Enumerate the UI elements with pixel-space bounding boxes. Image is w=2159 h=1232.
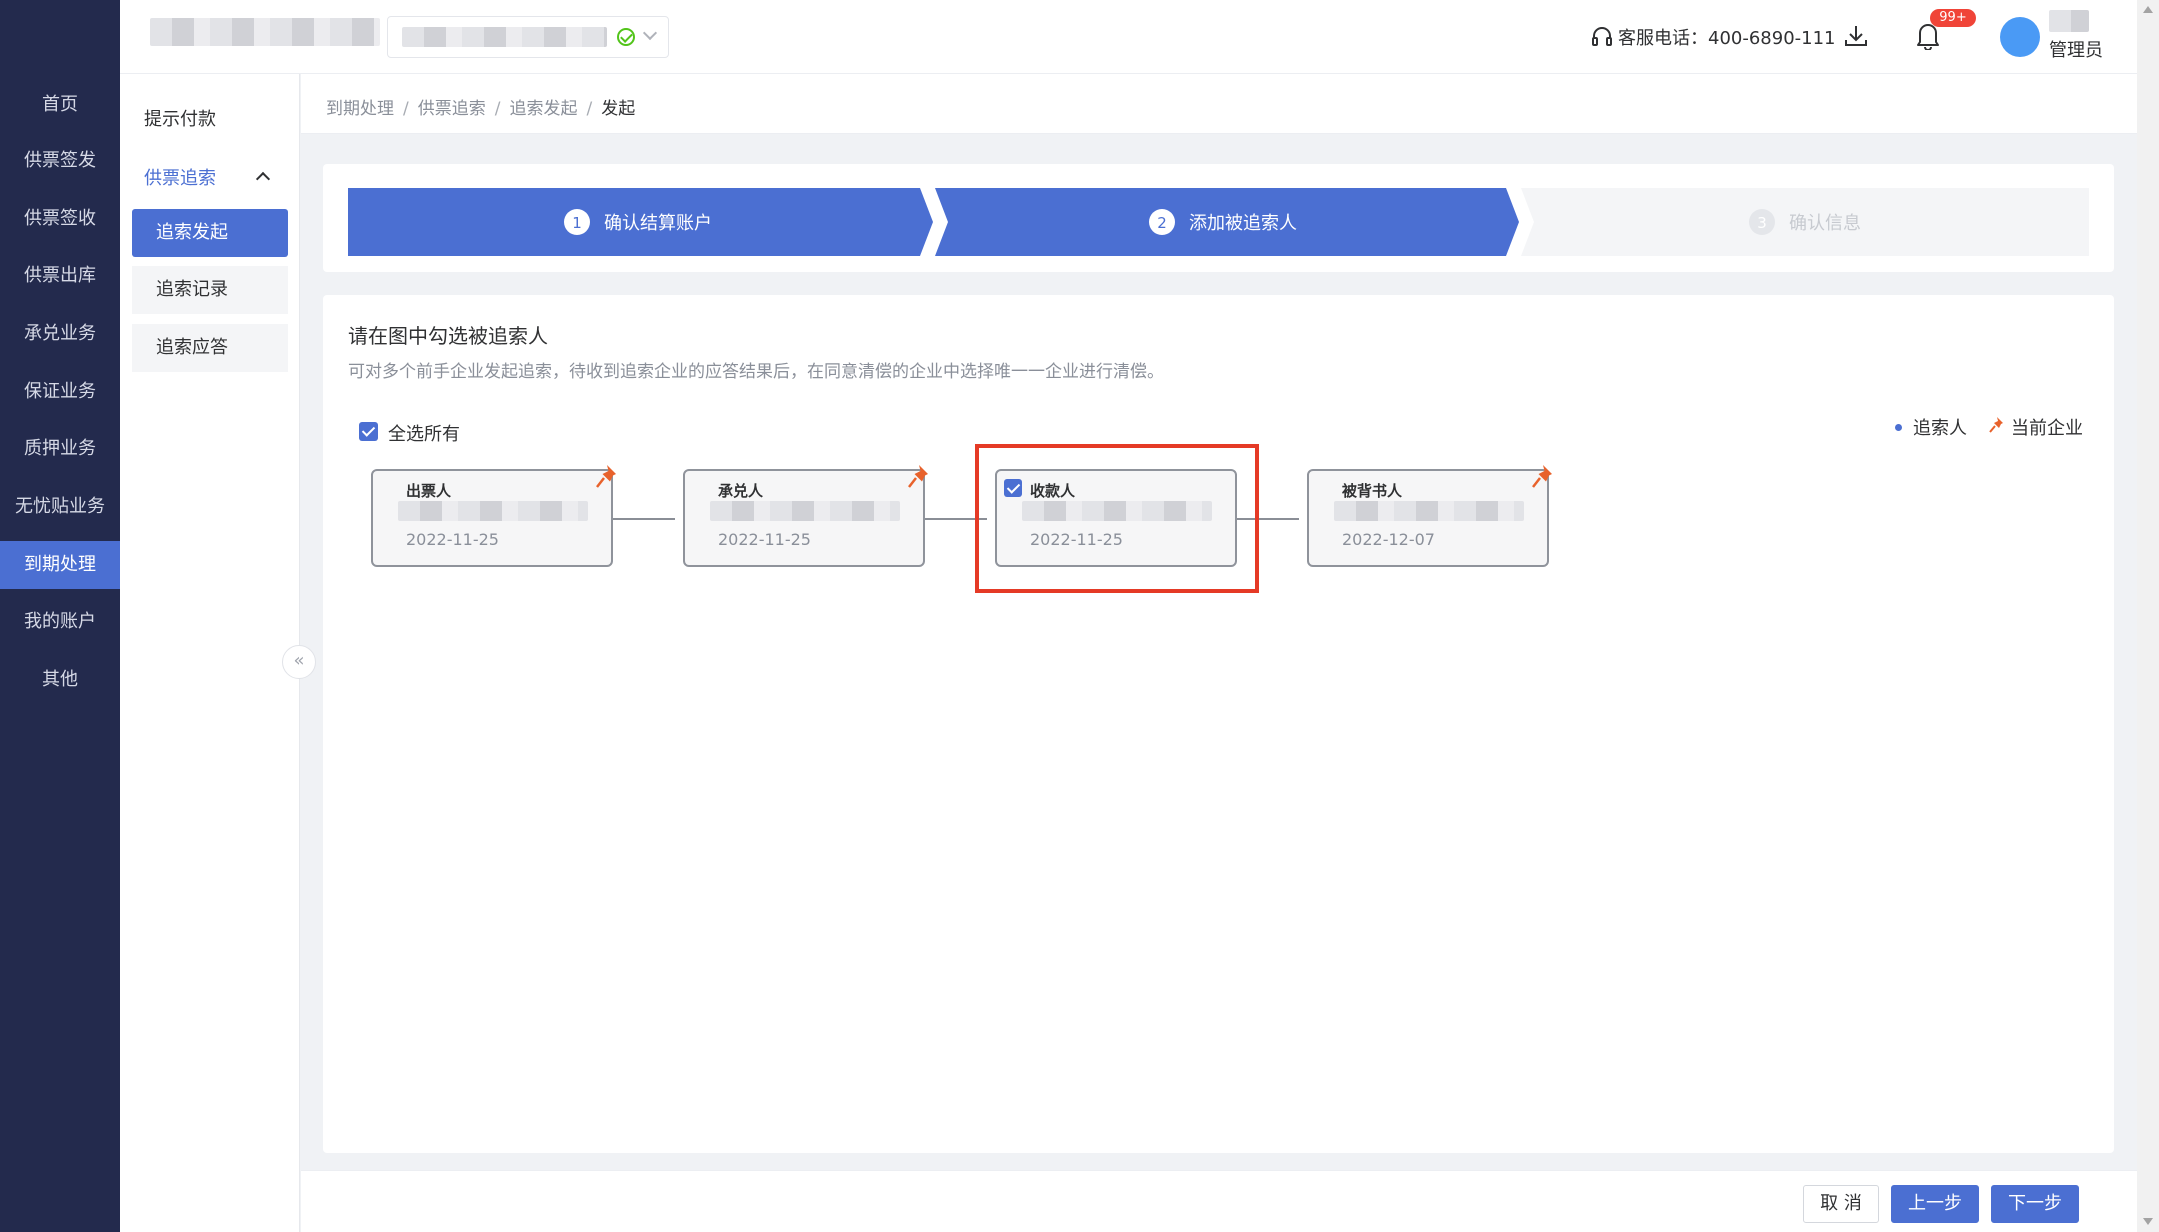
pin-icon (596, 465, 616, 488)
previous-step-button[interactable]: 上一步 (1891, 1185, 1979, 1223)
step-3: 3 确认信息 (1521, 188, 2089, 256)
node-date: 2022-11-25 (718, 530, 811, 549)
selection-highlight-box (975, 444, 1259, 593)
breadcrumb-bar: 到期处理 / 供票追索 / 追索发起 / 发起 (301, 74, 2137, 134)
sidebar-item-guarantee[interactable]: 保证业务 (0, 368, 120, 416)
chevron-down-icon (642, 25, 658, 41)
avatar[interactable] (2000, 17, 2040, 57)
top-header: 客服电话：400-6890-111 99+ 管理员 (120, 0, 2137, 74)
sidebar-item-outbound[interactable]: 供票出库 (0, 252, 120, 300)
user-role: 管理员 (2049, 40, 2103, 61)
breadcrumb-item-maturity[interactable]: 到期处理 (326, 99, 394, 119)
chain-node-acceptor[interactable]: 承兑人 2022-11-25 (683, 465, 928, 567)
breadcrumb-item-recourse[interactable]: 供票追索 (418, 99, 486, 119)
chain-node-drawer[interactable]: 出票人 2022-11-25 (371, 465, 616, 567)
vertical-scrollbar[interactable] (2137, 0, 2159, 1232)
step-3-number: 3 (1757, 214, 1767, 232)
hotline-text: 客服电话：400-6890-111 (1618, 28, 1836, 49)
breadcrumb-current: 发起 (601, 99, 636, 119)
panel-description: 可对多个前手企业发起追索，待收到追索企业的应答结果后，在同意清偿的企业中选择唯一… (348, 362, 1164, 382)
node-company-redacted (398, 501, 588, 521)
breadcrumb-item-initiate[interactable]: 追索发起 (509, 99, 577, 119)
collapse-sidebar-button[interactable]: « (282, 645, 316, 679)
headset-icon (1592, 27, 1612, 46)
notification-badge: 99+ (1930, 9, 1976, 27)
steps-card: 1 确认结算账户 2 添加被追索人 3 确认信息 (323, 164, 2114, 272)
verified-check-icon (617, 28, 635, 46)
sidebar-item-receive[interactable]: 供票签收 (0, 195, 120, 243)
sidebar-item-discount[interactable]: 无忧贴业务 (0, 483, 120, 531)
subnav-item-payment-prompt[interactable]: 提示付款 (144, 105, 216, 131)
node-role: 被背书人 (1342, 482, 1403, 500)
node-company-redacted (710, 501, 900, 521)
company-logo-redacted (150, 18, 380, 46)
pin-icon (1532, 465, 1552, 488)
scroll-up-arrow-icon[interactable] (2143, 6, 2153, 13)
subnav-group-recourse[interactable]: 供票追索 (144, 164, 216, 190)
scroll-down-arrow-icon[interactable] (2143, 1218, 2153, 1225)
breadcrumb-separator: / (586, 99, 593, 119)
breadcrumb-separator: / (403, 99, 409, 119)
panel-title: 请在图中勾选被追索人 (348, 324, 548, 348)
chain-node-endorsee[interactable]: 被背书人 2022-12-07 (1307, 465, 1552, 567)
pin-icon (908, 465, 928, 488)
organization-name-redacted (402, 27, 607, 47)
sidebar-item-account[interactable]: 我的账户 (0, 598, 120, 646)
sidebar-item-other[interactable]: 其他 (0, 656, 120, 704)
legend-recourser-dot (1895, 424, 1902, 431)
recourse-panel: 请在图中勾选被追索人 可对多个前手企业发起追索，待收到追索企业的应答结果后，在同… (323, 295, 2114, 1153)
chain-connector (613, 518, 675, 520)
chevron-up-icon[interactable] (255, 171, 271, 187)
pin-icon (1989, 417, 2003, 433)
cancel-button[interactable]: 取 消 (1803, 1185, 1879, 1223)
step-2: 2 添加被追索人 (935, 188, 1519, 256)
subnav-item-recourse-records[interactable]: 追索记录 (132, 266, 288, 314)
action-footer: 取 消 上一步 下一步 (301, 1170, 2137, 1232)
node-date: 2022-11-25 (406, 530, 499, 549)
sidebar-item-issue[interactable]: 供票签发 (0, 137, 120, 185)
user-name-redacted (2049, 10, 2089, 32)
subnav-item-recourse-initiate[interactable]: 追索发起 (132, 209, 288, 257)
select-all-label[interactable]: 全选所有 (388, 420, 460, 446)
breadcrumb-separator: / (494, 99, 501, 119)
step-1: 1 确认结算账户 (348, 188, 933, 256)
breadcrumb: 到期处理 / 供票追索 / 追索发起 / 发起 (326, 94, 635, 119)
step-3-label: 确认信息 (1789, 213, 1861, 234)
node-company-redacted (1334, 501, 1524, 521)
step-1-label: 确认结算账户 (604, 213, 712, 234)
node-role: 出票人 (406, 482, 452, 500)
step-progress: 1 确认结算账户 2 添加被追索人 3 确认信息 (348, 188, 2089, 256)
node-date: 2022-12-07 (1342, 530, 1435, 549)
main-sidebar: 首页 供票签发 供票签收 供票出库 承兑业务 保证业务 质押业务 无忧贴业务 到… (0, 0, 120, 1232)
step-2-number: 2 (1157, 214, 1167, 232)
subnav-item-recourse-response[interactable]: 追索应答 (132, 324, 288, 372)
sidebar-item-maturity[interactable]: 到期处理 (0, 541, 120, 589)
sidebar-item-acceptance[interactable]: 承兑业务 (0, 310, 120, 358)
sidebar-item-home[interactable]: 首页 (0, 81, 120, 129)
secondary-sidebar: 提示付款 供票追索 追索发起 追索记录 追索应答 (120, 74, 300, 1232)
customer-service-hotline: 客服电话：400-6890-111 (1590, 24, 1836, 50)
next-step-button[interactable]: 下一步 (1991, 1185, 2079, 1223)
node-role: 承兑人 (718, 482, 764, 500)
step-1-number: 1 (572, 214, 582, 232)
step-2-label: 添加被追索人 (1189, 213, 1297, 234)
download-icon[interactable] (1842, 22, 1870, 50)
organization-select[interactable] (387, 16, 669, 58)
select-all-checkbox[interactable] (359, 422, 378, 441)
legend-recourser-label: 追索人 (1913, 418, 1967, 439)
legend-current-company-label: 当前企业 (2011, 418, 2083, 439)
sidebar-item-pledge[interactable]: 质押业务 (0, 425, 120, 473)
